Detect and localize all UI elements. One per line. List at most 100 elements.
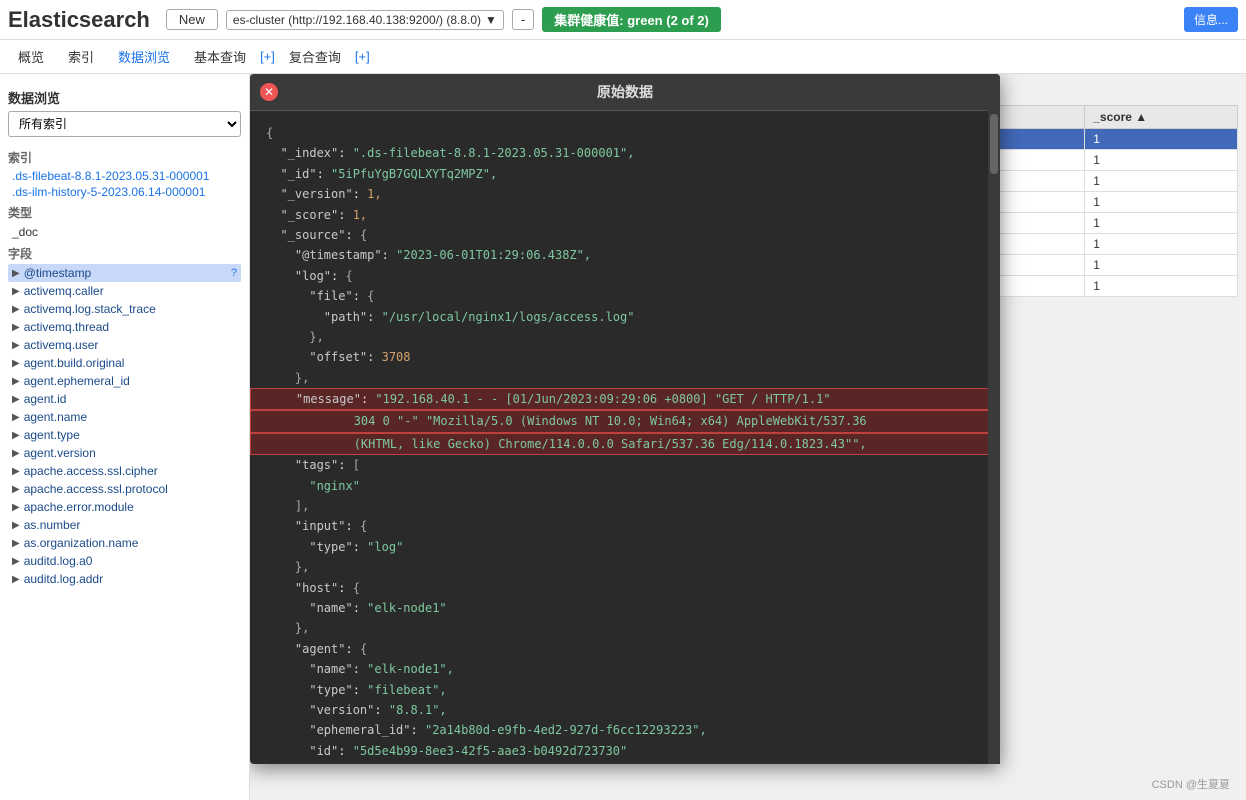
json-line: "tags": [: [266, 455, 984, 475]
nav-overview[interactable]: 概览: [8, 43, 54, 70]
nav-data-browse[interactable]: 数据浏览: [108, 43, 180, 70]
field-name: auditd.log.a0: [24, 554, 93, 568]
json-line: },: [266, 327, 984, 347]
json-line: "type": "filebeat",: [266, 680, 984, 700]
index-item-ilm[interactable]: .ds-ilm-history-5-2023.06.14-000001: [8, 184, 241, 200]
cell-score: 1: [1085, 255, 1238, 276]
cell-score: 1: [1085, 213, 1238, 234]
cell-score: 1: [1085, 276, 1238, 297]
modal-body[interactable]: { "_index": ".ds-filebeat-8.8.1-2023.05.…: [250, 111, 1000, 764]
field-name: activemq.user: [24, 338, 99, 352]
json-line: "_version": 1,: [266, 184, 984, 204]
field-name: activemq.caller: [24, 284, 104, 298]
json-line: },: [266, 618, 984, 638]
arrow-icon: ▶: [12, 340, 20, 351]
field-activemq-thread[interactable]: ▶ activemq.thread: [8, 318, 241, 336]
json-line: "_index": ".ds-filebeat-8.8.1-2023.05.31…: [266, 143, 984, 163]
nav-index[interactable]: 索引: [58, 43, 104, 70]
arrow-icon: ▶: [12, 286, 20, 297]
type-doc: _doc: [8, 223, 241, 241]
arrow-icon: ▶: [12, 574, 20, 585]
field-name: activemq.log.stack_trace: [24, 302, 156, 316]
field-name: as.number: [24, 518, 81, 532]
field-as-org-name[interactable]: ▶ as.organization.name: [8, 534, 241, 552]
index-select[interactable]: 所有索引: [8, 111, 241, 137]
cell-score: 1: [1085, 150, 1238, 171]
json-line: "agent": {: [266, 639, 984, 659]
info-button[interactable]: 信息...: [1184, 7, 1238, 32]
field-name: agent.id: [24, 392, 67, 406]
new-button[interactable]: New: [166, 9, 218, 30]
field-agent-ephemeral[interactable]: ▶ agent.ephemeral_id: [8, 372, 241, 390]
chevron-down-icon: ▼: [485, 13, 497, 27]
modal-title: 原始数据: [597, 82, 653, 102]
json-line: "_score": 1,: [266, 205, 984, 225]
field-name: activemq.thread: [24, 320, 109, 334]
field-activemq-user[interactable]: ▶ activemq.user: [8, 336, 241, 354]
modal-header: ✕ 原始数据: [250, 74, 1000, 111]
sidebar: 数据浏览 所有索引 索引 .ds-filebeat-8.8.1-2023.05.…: [0, 74, 250, 800]
nav-basic-plus[interactable]: [+]: [260, 49, 275, 64]
field-name: apache.error.module: [24, 500, 134, 514]
field-label: 字段: [8, 245, 241, 262]
field-auditd-a0[interactable]: ▶ auditd.log.a0: [8, 552, 241, 570]
field-name: agent.version: [24, 446, 96, 460]
arrow-icon: ▶: [12, 376, 20, 387]
scrollbar-thumb[interactable]: [990, 114, 998, 174]
field-agent-id[interactable]: ▶ agent.id: [8, 390, 241, 408]
nav-complex-query[interactable]: 复合查询: [279, 43, 351, 70]
cell-score: 1: [1085, 171, 1238, 192]
type-label: 类型: [8, 204, 241, 221]
content-area: 查询 1 个分片中用的 1 个. 9 命中. 耗时 0.006 秒 _index…: [250, 74, 1246, 800]
json-line: {: [266, 123, 984, 143]
field-as-number[interactable]: ▶ as.number: [8, 516, 241, 534]
field-apache-error-module[interactable]: ▶ apache.error.module: [8, 498, 241, 516]
nav-complex-plus[interactable]: [+]: [355, 49, 370, 64]
index-item-filebeat[interactable]: .ds-filebeat-8.8.1-2023.05.31-000001: [8, 168, 241, 184]
json-line: "name": "elk-node1",: [266, 659, 984, 679]
arrow-icon: ▶: [12, 358, 20, 369]
field-agent-type[interactable]: ▶ agent.type: [8, 426, 241, 444]
json-line: "path": "/usr/local/nginx1/logs/access.l…: [266, 307, 984, 327]
col-header-score[interactable]: _score ▲: [1085, 106, 1238, 129]
main-layout: 数据浏览 所有索引 索引 .ds-filebeat-8.8.1-2023.05.…: [0, 74, 1246, 800]
json-line: "name": "elk-node1": [266, 598, 984, 618]
field-name: apache.access.ssl.cipher: [24, 464, 158, 478]
field-agent-build[interactable]: ▶ agent.build.original: [8, 354, 241, 372]
field-timestamp[interactable]: ▶ @timestamp ?: [8, 264, 241, 282]
field-name: apache.access.ssl.protocol: [24, 482, 168, 496]
arrow-icon: ▶: [12, 484, 20, 495]
question-icon[interactable]: ?: [231, 267, 237, 279]
scrollbar[interactable]: [988, 110, 1000, 764]
sidebar-title: 数据浏览: [8, 88, 241, 107]
nav-basic-query[interactable]: 基本查询: [184, 43, 256, 70]
modal-close-button[interactable]: ✕: [260, 83, 278, 101]
json-line: "input": {: [266, 516, 984, 536]
json-line: },: [266, 761, 984, 764]
raw-data-modal: ✕ 原始数据 { "_index": ".ds-filebeat-8.8.1-2…: [250, 74, 1000, 764]
json-line: "message": "192.168.40.1 - - [01/Jun/202…: [250, 388, 1000, 410]
json-line: "@timestamp": "2023-06-01T01:29:06.438Z"…: [266, 245, 984, 265]
arrow-icon: ▶: [12, 466, 20, 477]
arrow-icon: ▶: [12, 412, 20, 423]
arrow-icon: ▶: [12, 538, 20, 549]
arrow-icon: ▶: [12, 448, 20, 459]
cell-score: 1: [1085, 234, 1238, 255]
arrow-icon: ▶: [12, 520, 20, 531]
arrow-icon: ▶: [12, 322, 20, 333]
json-line: },: [266, 368, 984, 388]
cluster-selector[interactable]: es-cluster (http://192.168.40.138:9200/)…: [226, 10, 504, 30]
field-apache-ssl-cipher[interactable]: ▶ apache.access.ssl.cipher: [8, 462, 241, 480]
json-line: "version": "8.8.1",: [266, 700, 984, 720]
arrow-icon: ▶: [12, 430, 20, 441]
field-name: auditd.log.addr: [24, 572, 103, 586]
arrow-icon: ▶: [12, 502, 20, 513]
field-agent-version[interactable]: ▶ agent.version: [8, 444, 241, 462]
cell-score: 1: [1085, 192, 1238, 213]
minus-button[interactable]: -: [512, 9, 534, 30]
field-agent-name[interactable]: ▶ agent.name: [8, 408, 241, 426]
field-apache-ssl-protocol[interactable]: ▶ apache.access.ssl.protocol: [8, 480, 241, 498]
field-activemq-caller[interactable]: ▶ activemq.caller: [8, 282, 241, 300]
field-activemq-log[interactable]: ▶ activemq.log.stack_trace: [8, 300, 241, 318]
field-auditd-addr[interactable]: ▶ auditd.log.addr: [8, 570, 241, 588]
